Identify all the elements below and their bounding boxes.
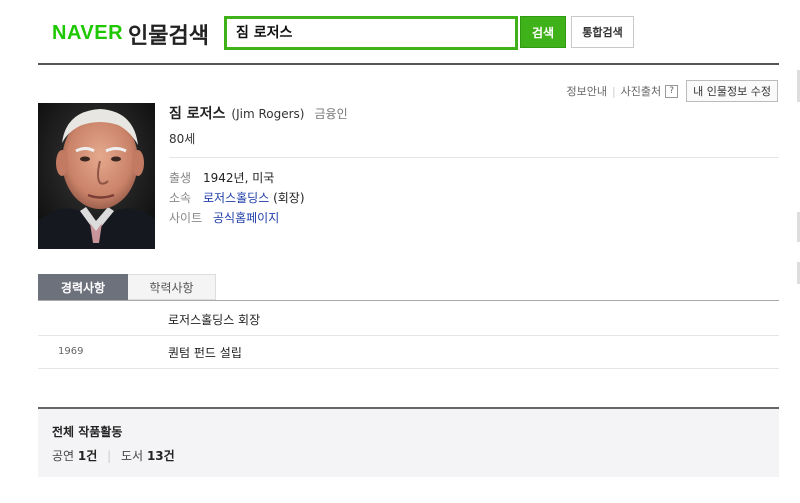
search-header: NAVER 인물검색 검색 통합검색 <box>0 0 800 64</box>
site-label: 사이트 <box>169 211 203 225</box>
official-homepage-link[interactable]: 공식홈페이지 <box>213 209 279 226</box>
site-row: 사이트 공식홈페이지 <box>169 209 279 226</box>
affiliation-label: 소속 <box>169 191 192 205</box>
info-guide-link[interactable]: 정보안내 <box>566 83 606 99</box>
photo-source-link[interactable]: 사진출처 <box>621 83 661 99</box>
edit-profile-button[interactable]: 내 인물정보 수정 <box>686 80 778 102</box>
career-row: 1969 퀀텀 펀드 설립 <box>38 335 779 369</box>
profile-age: 80세 <box>169 132 196 146</box>
books-label[interactable]: 도서 <box>121 449 143 463</box>
works-summary: 공연 1건 | 도서 13건 <box>52 447 175 464</box>
performance-count[interactable]: 1건 <box>78 449 97 463</box>
separator: | <box>611 84 616 98</box>
tab-career[interactable]: 경력사항 <box>38 274 128 300</box>
header-divider <box>38 63 779 65</box>
info-links: 정보안내 | 사진출처 ? 내 인물정보 수정 <box>566 80 778 102</box>
search-box[interactable] <box>224 16 518 50</box>
portrait-image <box>38 103 155 249</box>
help-icon[interactable]: ? <box>665 84 679 98</box>
tab-divider <box>38 300 779 301</box>
performance-label[interactable]: 공연 <box>52 449 74 463</box>
affiliation-link[interactable]: 로저스홀딩스 <box>203 191 269 205</box>
birth-value: 1942년, 미국 <box>203 171 275 185</box>
profile-name: 짐 로저스 <box>169 106 226 122</box>
search-input[interactable] <box>236 19 506 45</box>
books-count[interactable]: 13건 <box>147 449 175 463</box>
career-row: 로저스홀딩스 회장 <box>38 302 779 336</box>
career-year: 1969 <box>58 346 84 357</box>
profile-divider <box>169 157 779 158</box>
section-title[interactable]: 인물검색 <box>128 18 209 50</box>
profile-occupation: 금융인 <box>314 107 348 121</box>
profile-name-row: 짐 로저스 (Jim Rogers) 금융인 <box>169 103 348 123</box>
search-button[interactable]: 검색 <box>520 16 566 48</box>
birth-label: 출생 <box>169 171 192 185</box>
integrated-search-button[interactable]: 통합검색 <box>571 16 634 48</box>
career-text: 로저스홀딩스 회장 <box>168 313 261 327</box>
works-section: 전체 작품활동 공연 1건 | 도서 13건 <box>38 407 779 477</box>
naver-logo[interactable]: NAVER <box>52 22 123 45</box>
profile-tabs: 경력사항 학력사항 <box>38 274 216 300</box>
separator: | <box>107 449 112 463</box>
profile-photo[interactable] <box>38 103 155 249</box>
birth-row: 출생 1942년, 미국 <box>169 169 274 186</box>
affiliation-role: (회장) <box>273 191 305 205</box>
affiliation-row: 소속 로저스홀딩스 (회장) <box>169 189 305 206</box>
works-title: 전체 작품활동 <box>52 425 123 439</box>
tab-education[interactable]: 학력사항 <box>128 274 216 300</box>
career-text: 퀀텀 펀드 설립 <box>168 346 242 360</box>
profile-name-english: (Jim Rogers) <box>231 107 305 121</box>
